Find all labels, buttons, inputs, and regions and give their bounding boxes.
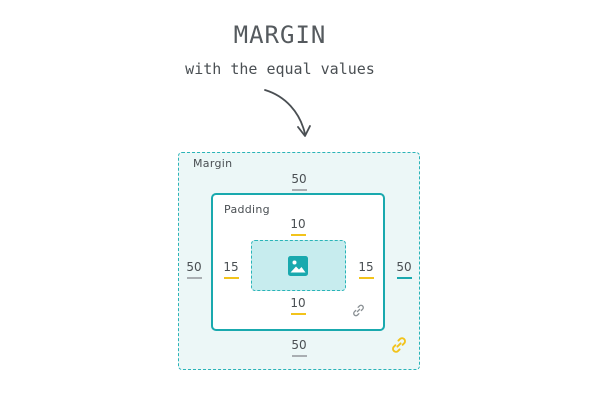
padding-label: Padding xyxy=(224,203,270,216)
image-icon xyxy=(288,256,308,276)
margin-link-icon[interactable] xyxy=(389,335,409,355)
diagram-title: MARGIN xyxy=(233,21,327,49)
padding-right-value[interactable]: 15 xyxy=(351,260,381,279)
padding-link-icon[interactable] xyxy=(351,303,366,318)
padding-top-value[interactable]: 10 xyxy=(283,217,313,236)
curved-arrow-icon xyxy=(264,89,311,137)
diagram-subtitle: with the equal values xyxy=(185,60,375,78)
margin-top-value[interactable]: 50 xyxy=(284,172,314,191)
margin-left-value[interactable]: 50 xyxy=(179,260,209,279)
margin-right-value[interactable]: 50 xyxy=(389,260,419,279)
margin-label: Margin xyxy=(193,157,233,170)
padding-left-value[interactable]: 15 xyxy=(216,260,246,279)
margin-bottom-value[interactable]: 50 xyxy=(284,338,314,357)
padding-bottom-value[interactable]: 10 xyxy=(283,296,313,315)
